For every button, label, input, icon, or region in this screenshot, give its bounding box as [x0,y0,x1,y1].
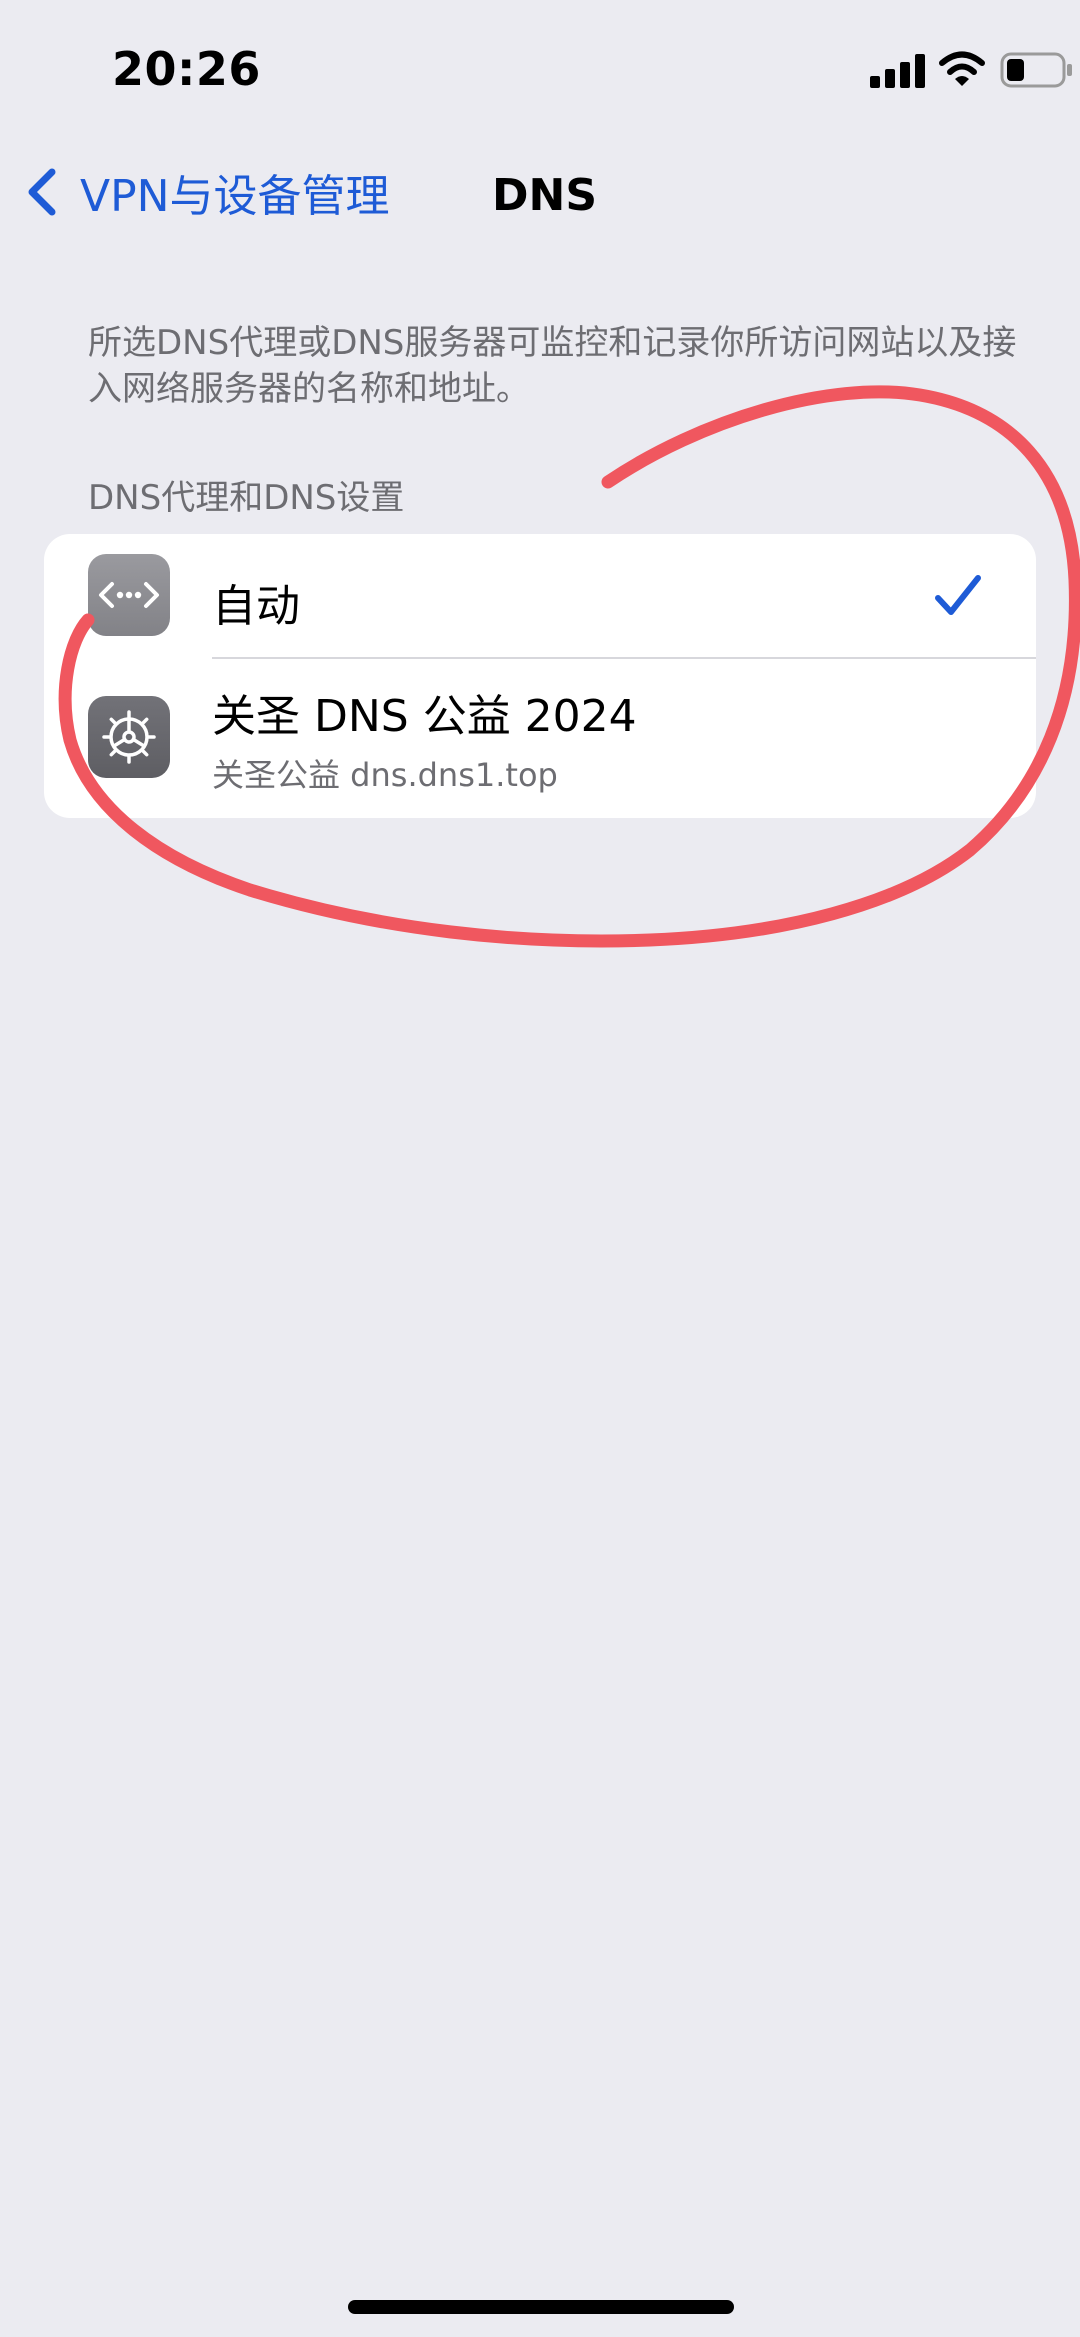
checkmark-icon [935,575,981,615]
back-button[interactable]: VPN与设备管理 [22,162,390,222]
wifi-icon [939,51,985,86]
cellular-signal-icon [870,54,925,88]
back-button-label: VPN与设备管理 [80,171,390,222]
home-indicator[interactable] [348,2300,734,2314]
status-icons [820,48,1080,98]
battery-icon [1000,52,1072,88]
navigation-bar: VPN与设备管理 DNS [0,150,1080,240]
dns-options-list: 自动 关圣 DNS 公益 2024 关圣公益 dns.dns1.top [44,534,1036,818]
option-title: 自动 [212,581,300,632]
dns-description: 所选DNS代理或DNS服务器可监控和记录你所访问网站以及接入网络服务器的名称和地… [88,323,1017,409]
automatic-network-icon [88,554,170,636]
option-automatic[interactable]: 自动 [44,534,1036,658]
option-custom-dns[interactable]: 关圣 DNS 公益 2024 关圣公益 dns.dns1.top [44,658,1036,818]
status-bar: 20:26 [0,0,1080,140]
option-subtitle: 关圣公益 dns.dns1.top [212,756,558,794]
status-time: 20:26 [112,42,261,96]
settings-gear-icon [88,696,170,778]
page-title: DNS [492,170,598,221]
option-title: 关圣 DNS 公益 2024 [212,691,637,742]
chevron-left-icon [28,168,56,216]
section-header: DNS代理和DNS设置 [88,478,405,518]
